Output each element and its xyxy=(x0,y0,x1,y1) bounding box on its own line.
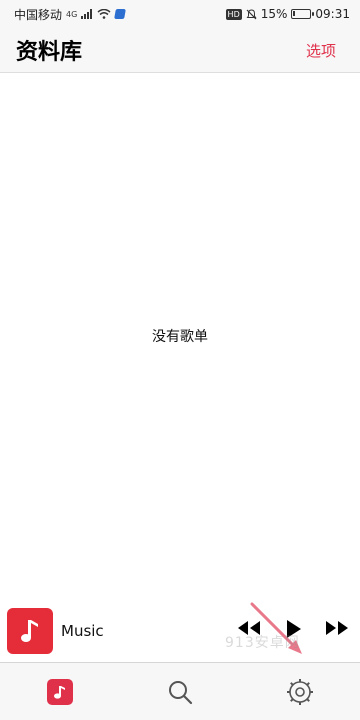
hd-icon: HD xyxy=(225,8,242,20)
mute-icon xyxy=(246,8,257,19)
music-note-icon xyxy=(21,620,38,642)
status-bar: 中国移动 4G HD 15% 09:31 xyxy=(0,0,360,28)
app-header: 资料库 选项 xyxy=(0,28,360,73)
album-artwork[interactable] xyxy=(7,608,53,654)
music-library-icon xyxy=(47,678,73,705)
status-left: 中国移动 4G xyxy=(14,6,127,23)
network-type-label: 4G xyxy=(66,9,78,19)
battery-icon xyxy=(291,9,315,19)
carrier-label: 中国移动 xyxy=(14,7,63,22)
battery-percent: 15% xyxy=(260,7,288,21)
options-button[interactable]: 选项 xyxy=(306,40,336,61)
mini-player[interactable]: Music xyxy=(0,600,360,663)
tab-settings[interactable] xyxy=(240,663,360,720)
search-icon xyxy=(169,680,193,704)
next-icon[interactable] xyxy=(324,618,350,638)
tab-library[interactable] xyxy=(0,663,120,720)
clock: 09:31 xyxy=(315,7,350,21)
status-right: HD 15% 09:31 xyxy=(225,7,350,21)
page-title: 资料库 xyxy=(16,40,83,65)
track-title: Music xyxy=(61,622,104,640)
music-note-icon xyxy=(54,685,65,699)
nfc-icon xyxy=(114,9,127,19)
signal-icon xyxy=(81,9,93,19)
play-icon[interactable] xyxy=(285,618,303,640)
gear-icon xyxy=(287,678,313,705)
battery-fill xyxy=(293,11,296,16)
tab-search[interactable] xyxy=(120,663,240,720)
previous-icon[interactable] xyxy=(236,618,262,638)
empty-playlist-message: 没有歌单 xyxy=(152,329,208,345)
wifi-icon xyxy=(97,9,111,19)
tab-bar xyxy=(0,663,360,720)
